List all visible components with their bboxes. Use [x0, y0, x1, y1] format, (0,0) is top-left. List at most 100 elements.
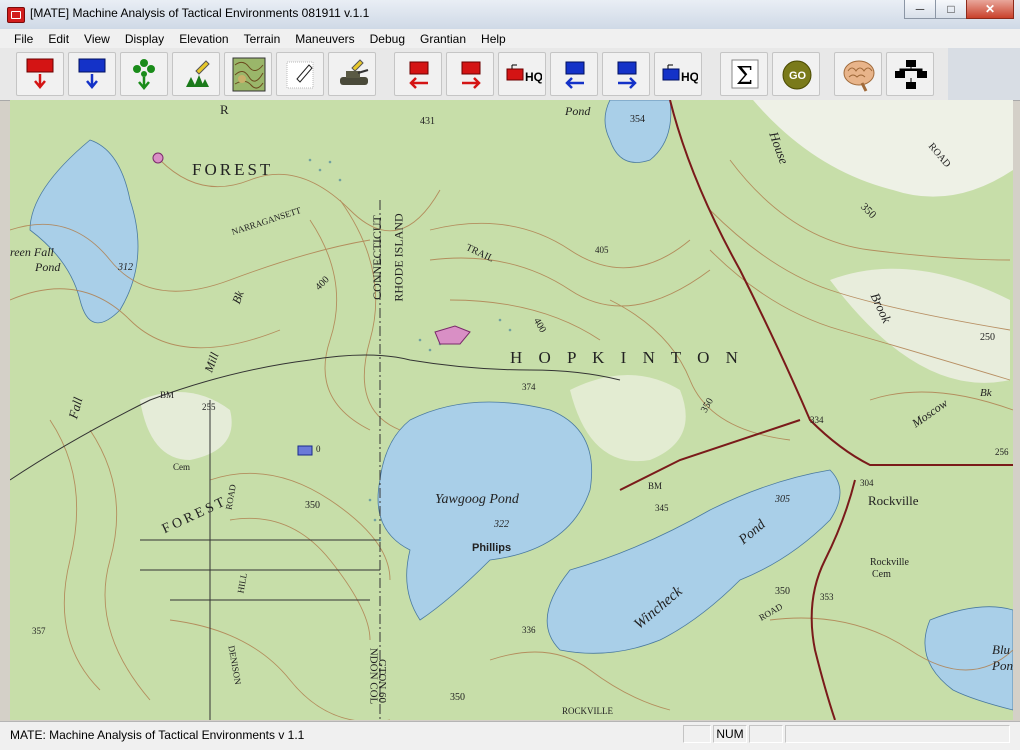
map-label: CONNECTICUT — [369, 215, 384, 300]
topographic-map[interactable] — [10, 100, 1013, 720]
blue-unit-marker — [297, 445, 313, 456]
svg-text:Σ: Σ — [736, 62, 753, 90]
map-label: BM — [160, 390, 175, 400]
red-unit-left-button[interactable] — [394, 52, 442, 96]
map-label: Bk — [980, 387, 992, 399]
go-button[interactable]: GO — [772, 52, 820, 96]
red-unit-left-icon — [409, 61, 429, 89]
forest-edit-icon — [186, 60, 210, 87]
map-label: 0 — [316, 444, 321, 454]
go-icon: GO — [782, 60, 812, 90]
terrain-map-icon — [232, 57, 266, 92]
map-label: 345 — [655, 503, 669, 513]
sigma-icon: Σ — [731, 59, 759, 90]
map-label: Phillips — [472, 542, 512, 554]
close-button[interactable]: ✕ — [966, 0, 1014, 19]
minimize-button[interactable]: ─ — [904, 0, 936, 19]
red-hq-icon: HQ — [506, 64, 542, 84]
green-cross-button[interactable] — [120, 52, 168, 96]
blue-unit-right-button[interactable] — [602, 52, 650, 96]
map-label: 336 — [522, 625, 536, 635]
map-label: 305 — [775, 494, 790, 505]
map-label: 350 — [450, 692, 465, 703]
green-cross-icon — [133, 59, 155, 90]
grid-pencil-button[interactable] — [276, 52, 324, 96]
red-unit-down-button[interactable] — [16, 52, 64, 96]
red-unit-right-button[interactable] — [446, 52, 494, 96]
brain-button[interactable] — [834, 52, 882, 96]
svg-text:GO: GO — [789, 70, 807, 82]
window-controls: ─ □ ✕ — [904, 0, 1014, 20]
map-label: Pon — [992, 658, 1013, 673]
map-view[interactable]: FOREST reen Fall Pond Pond 354 431 312 H… — [10, 100, 1013, 720]
menu-edit[interactable]: Edit — [39, 32, 75, 46]
map-label: 304 — [860, 478, 874, 488]
map-label: Pond — [565, 104, 591, 118]
toolbar: HQ HQ Σ GO — [0, 48, 1020, 101]
map-label: 431 — [420, 116, 435, 127]
blue-hq-button[interactable]: HQ — [654, 52, 702, 96]
terrain-map-button[interactable] — [224, 52, 272, 96]
tank-icon — [340, 59, 369, 85]
blue-unit-down-icon — [78, 58, 106, 89]
status-panel-empty-2 — [749, 725, 783, 743]
map-label: ROCKVILLE — [562, 706, 613, 716]
maximize-button[interactable]: □ — [935, 0, 967, 19]
map-label: 250 — [980, 332, 995, 343]
map-label: 322 — [494, 519, 509, 530]
menu-grantian[interactable]: Grantian — [411, 32, 472, 46]
num-lock-indicator: NUM — [713, 725, 747, 743]
brain-icon — [843, 60, 875, 92]
map-label: 255 — [202, 402, 216, 412]
red-unit-right-icon — [461, 61, 481, 89]
tank-button[interactable] — [328, 52, 376, 96]
sigma-button[interactable]: Σ — [720, 52, 768, 96]
status-panel-empty-1 — [683, 725, 711, 743]
blue-unit-down-button[interactable] — [68, 52, 116, 96]
blue-unit-left-icon — [565, 61, 585, 89]
map-label: 374 — [522, 382, 536, 392]
toolbar-spacer — [948, 48, 1020, 100]
map-label: BM — [648, 481, 663, 491]
title-bar[interactable]: [MATE] Machine Analysis of Tactical Envi… — [0, 0, 1020, 30]
map-label: 405 — [595, 245, 609, 255]
map-label: 353 — [820, 592, 834, 602]
menu-elevation[interactable]: Elevation — [170, 32, 234, 46]
map-label: 357 — [32, 626, 46, 636]
grid-pencil-icon — [286, 61, 314, 89]
status-bar: MATE: Machine Analysis of Tactical Envir… — [0, 721, 1020, 750]
map-label: 350 — [305, 500, 320, 511]
map-label: H O P K I N T O N — [510, 348, 744, 367]
map-label: 256 — [995, 447, 1009, 457]
map-label: Cem — [872, 569, 891, 580]
menu-terrain[interactable]: Terrain — [235, 32, 287, 46]
map-label: FOREST — [192, 160, 274, 179]
menu-display[interactable]: Display — [116, 32, 170, 46]
map-label: Yawgoog Pond — [435, 492, 519, 507]
org-chart-icon — [895, 60, 927, 89]
svg-text:HQ: HQ — [681, 70, 698, 84]
blue-unit-left-button[interactable] — [550, 52, 598, 96]
map-label: reen Fall — [10, 245, 54, 259]
map-label: Rockville — [868, 493, 919, 508]
map-label: GTON 60 — [376, 658, 389, 704]
forest-edit-button[interactable] — [172, 52, 220, 96]
menu-bar: File Edit View Display Elevation Terrain… — [0, 29, 1020, 49]
map-label: Pond — [35, 260, 61, 274]
status-panel-empty-3 — [785, 725, 1010, 743]
map-label: 312 — [118, 262, 133, 273]
red-unit-down-icon — [26, 58, 54, 89]
map-label: 350 — [775, 586, 790, 597]
menu-view[interactable]: View — [75, 32, 116, 46]
app-icon[interactable] — [7, 7, 25, 23]
menu-maneuvers[interactable]: Maneuvers — [286, 32, 360, 46]
window-title: [MATE] Machine Analysis of Tactical Envi… — [30, 6, 370, 20]
status-text: MATE: Machine Analysis of Tactical Envir… — [10, 728, 305, 742]
menu-debug[interactable]: Debug — [361, 32, 411, 46]
menu-help[interactable]: Help — [472, 32, 512, 46]
red-hq-button[interactable]: HQ — [498, 52, 546, 96]
map-label: 334 — [810, 415, 824, 425]
org-chart-button[interactable] — [886, 52, 934, 96]
map-label: RHODE ISLAND — [391, 213, 406, 302]
menu-file[interactable]: File — [0, 32, 39, 46]
